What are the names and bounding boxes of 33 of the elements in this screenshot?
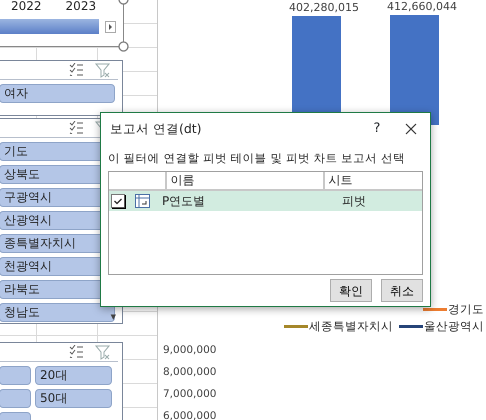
table-cell-text: 피벗 (342, 193, 366, 210)
data-label: 412,660,044 (387, 0, 457, 15)
dialog-button[interactable]: 확인 (330, 279, 372, 302)
dialog-title: 보고서 연결(dt) (110, 120, 202, 138)
data-label: 402,280,015 (289, 0, 359, 16)
slicer-item[interactable]: 여자 (0, 84, 115, 103)
close-button[interactable] (405, 123, 417, 135)
pivot-table-icon[interactable] (135, 194, 150, 208)
axis-label: 7,000,000 (163, 387, 216, 402)
legend-label: 세종특별자치시 (309, 318, 393, 335)
timeline-year: 2022 (11, 0, 42, 13)
axis-label: 9,000,000 (163, 343, 216, 358)
scroll-right-icon[interactable] (105, 20, 116, 32)
multi-select-icon[interactable] (69, 121, 83, 134)
clear-filter-icon[interactable] (95, 63, 110, 78)
dialog-button[interactable]: 취소 (381, 279, 423, 302)
checkbox[interactable] (111, 194, 126, 209)
column-header: 이름 (165, 172, 324, 190)
multi-select-icon[interactable] (69, 63, 83, 76)
axis-label: 8,000,000 (163, 365, 216, 380)
table-cell-text: P연도별 (162, 193, 206, 210)
timeline-year: 2023 (66, 0, 96, 13)
table-row[interactable]: P연도별 피벗 (109, 191, 422, 212)
legend-label: 울산광역시 (424, 318, 484, 335)
slicer-item[interactable]: 50대 (35, 389, 112, 408)
help-button[interactable]: ? (367, 119, 387, 139)
legend-label: 경기도 (448, 301, 484, 318)
slicer-item[interactable]: 20대 (35, 366, 112, 385)
resize-handle-icon[interactable] (118, 41, 129, 52)
column-header: 시트 (323, 172, 422, 190)
axis-label: 6,000,000 (163, 409, 216, 420)
multi-select-icon[interactable] (69, 345, 83, 358)
clear-filter-icon[interactable] (95, 345, 110, 360)
